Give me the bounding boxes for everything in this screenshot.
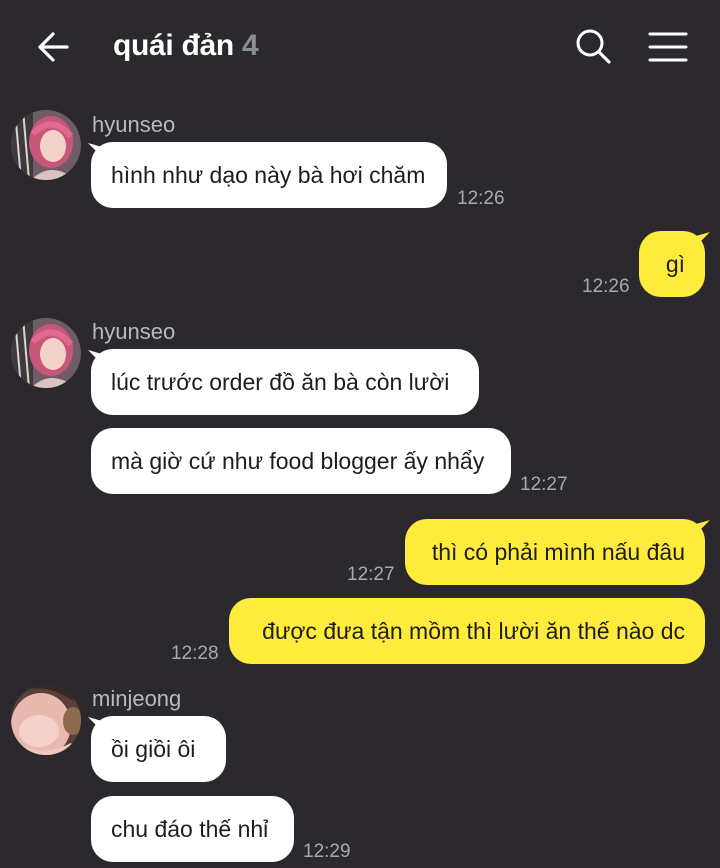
message-bubble[interactable]: ồi giồi ôi — [91, 716, 226, 782]
message-time: 12:27 — [520, 474, 568, 495]
chat-screen: quái đản 4 hyunseo hình như dạo này bà h… — [0, 0, 720, 868]
search-icon — [576, 29, 611, 64]
bubble-tail — [696, 232, 710, 246]
sender-name: hyunseo — [92, 319, 176, 344]
search-button[interactable] — [574, 27, 612, 65]
message-bubble[interactable]: được đưa tận mồm thì lười ăn thế nào dc — [229, 598, 705, 664]
bubble-tail — [696, 520, 710, 534]
message-bubble[interactable]: mà giờ cứ như food blogger ấy nhẩy — [91, 428, 511, 494]
member-count: 4 — [241, 29, 259, 62]
avatar-image — [11, 318, 81, 388]
avatar-hyunseo[interactable] — [11, 110, 81, 180]
message-bubble[interactable]: chu đáo thế nhỉ — [91, 796, 294, 862]
arrow-left-icon — [38, 32, 69, 62]
avatar-image — [11, 110, 81, 180]
group-name: quái đản — [113, 29, 234, 62]
message-time: 12:29 — [303, 841, 351, 862]
message-time: 12:27 — [347, 564, 395, 585]
chat-title: quái đản 4 — [113, 28, 259, 64]
hamburger-menu-icon — [648, 32, 688, 62]
message-time: 12:26 — [582, 276, 630, 297]
avatar-image — [11, 685, 81, 755]
menu-button[interactable] — [647, 30, 689, 64]
back-button[interactable] — [34, 27, 74, 67]
avatar-hyunseo[interactable] — [11, 318, 81, 388]
avatar-minjeong[interactable] — [11, 685, 81, 755]
chat-header: quái đản 4 — [0, 0, 720, 92]
message-time: 12:26 — [457, 188, 505, 209]
sender-name: minjeong — [92, 686, 182, 711]
message-bubble[interactable]: lúc trước order đồ ăn bà còn lười — [91, 349, 479, 415]
sender-name: hyunseo — [92, 112, 176, 137]
message-bubble[interactable]: hình như dạo này bà hơi chăm — [91, 142, 447, 208]
message-time: 12:28 — [171, 643, 219, 664]
message-bubble[interactable]: thì có phải mình nấu đâu — [405, 519, 705, 585]
